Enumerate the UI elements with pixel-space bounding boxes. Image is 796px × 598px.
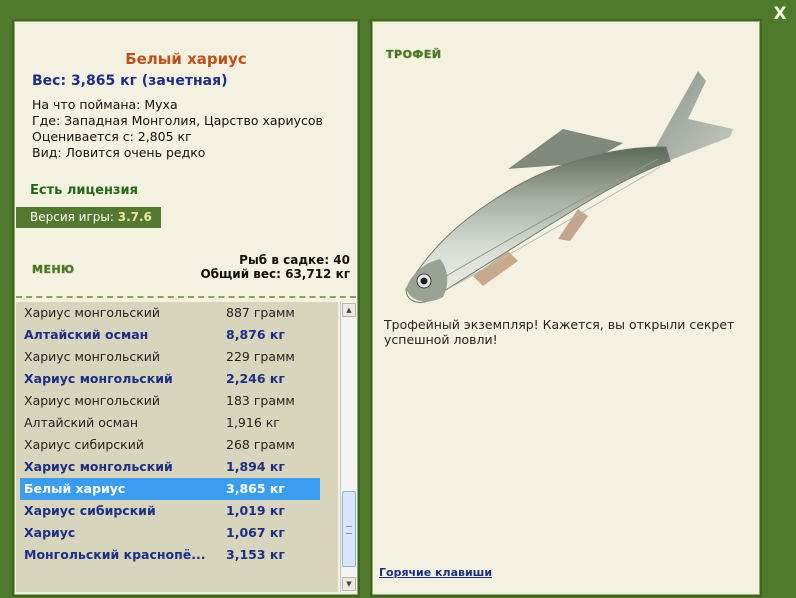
catch-fish-weight: 3,865 кг	[226, 481, 285, 496]
catch-fish-name: Монгольский краснопё...	[24, 547, 206, 562]
catch-fish-weight: 887 грамм	[226, 305, 295, 320]
catch-fish-weight: 3,153 кг	[226, 547, 285, 562]
scroll-up-button[interactable]: ▲	[342, 303, 356, 317]
catch-list-item[interactable]: Хариус монгольский 229 грамм	[20, 346, 320, 368]
keepnet-total-weight: Общий вес: 63,712 кг	[200, 267, 350, 281]
catch-fish-weight: 1,916 кг	[226, 415, 280, 430]
fish-bait: На что поймана: Муха	[32, 97, 178, 112]
catch-fish-name: Хариус монгольский	[24, 393, 161, 408]
catch-list-item[interactable]: Хариус сибирский 268 грамм	[20, 434, 320, 456]
catch-list-scrollbar[interactable]: ▲ ▼	[340, 302, 357, 592]
catch-list-item[interactable]: Хариус монгольский 183 грамм	[20, 390, 320, 412]
scroll-thumb[interactable]	[342, 491, 356, 567]
divider	[16, 296, 356, 298]
version-number: 3.7.6	[117, 210, 152, 224]
fish-info-panel: Белый хариус Вес: 3,865 кг (зачетная) На…	[12, 19, 360, 597]
catch-fish-weight: 183 грамм	[226, 393, 295, 408]
fish-title: Белый хариус	[125, 50, 247, 68]
catch-fish-name: Хариус сибирский	[24, 503, 156, 518]
catch-fish-name: Алтайский осман	[24, 327, 149, 342]
catch-fish-weight: 2,246 кг	[226, 371, 285, 386]
catch-fish-weight: 268 грамм	[226, 437, 295, 452]
catch-list-item[interactable]: Белый хариус 3,865 кг	[20, 478, 320, 500]
catch-fish-name: Хариус	[24, 525, 76, 540]
catch-list-item[interactable]: Хариус монгольский 1,894 кг	[20, 456, 320, 478]
license-status: Есть лицензия	[30, 183, 138, 198]
catch-list-item[interactable]: Монгольский краснопё... 3,153 кг	[20, 544, 320, 566]
fish-location: Где: Западная Монголия, Царство хариусов	[32, 113, 323, 128]
catch-list-item[interactable]: Хариус 1,067 кг	[20, 522, 320, 544]
fish-rarity: Вид: Ловится очень редко	[32, 145, 206, 160]
catch-fish-weight: 229 грамм	[226, 349, 295, 364]
catch-fish-name: Хариус сибирский	[24, 437, 144, 452]
catch-fish-weight: 1,067 кг	[226, 525, 285, 540]
fish-weight: Вес: 3,865 кг (зачетная)	[32, 73, 228, 89]
scroll-down-button[interactable]: ▼	[342, 577, 356, 591]
catch-list-item[interactable]: Алтайский осман 1,916 кг	[20, 412, 320, 434]
fish-image	[405, 71, 733, 303]
catch-fish-name: Хариус монгольский	[24, 349, 161, 364]
menu-button[interactable]: МЕНЮ	[32, 263, 75, 276]
trophy-panel: ТРОФЕЙ Трофейный экземпляр! Кажется, вы …	[370, 19, 762, 597]
catch-fish-weight: 8,876 кг	[226, 327, 285, 342]
catch-list-item[interactable]: Хариус сибирский 1,019 кг	[20, 500, 320, 522]
catch-fish-weight: 1,894 кг	[226, 459, 285, 474]
trophy-message: Трофейный экземпляр! Кажется, вы открыли…	[384, 317, 735, 347]
catch-fish-name: Хариус монгольский	[24, 459, 173, 474]
fish-value: Оценивается с: 2,805 кг	[32, 129, 192, 144]
catch-fish-name: Белый хариус	[24, 481, 126, 496]
hotkeys-link[interactable]: Горячие клавиши	[379, 566, 492, 579]
game-version: Версия игры: 3.7.6	[16, 207, 161, 228]
catch-fish-name: Хариус монгольский	[24, 371, 173, 386]
catch-list[interactable]: Хариус монгольский 887 грамм Алтайский осм…	[16, 302, 338, 592]
close-button[interactable]: X	[772, 6, 788, 23]
catch-list-item[interactable]: Алтайский осман 8,876 кг	[20, 324, 320, 346]
catch-fish-name: Хариус монгольский	[24, 305, 161, 320]
version-label: Версия игры:	[30, 210, 114, 224]
catch-fish-weight: 1,019 кг	[226, 503, 285, 518]
catch-fish-name: Алтайский осман	[24, 415, 139, 430]
keepnet-count: Рыб в садке: 40	[239, 253, 350, 267]
catch-list-item[interactable]: Хариус монгольский 2,246 кг	[20, 368, 320, 390]
catch-list-item[interactable]: Хариус монгольский 887 грамм	[20, 302, 320, 324]
